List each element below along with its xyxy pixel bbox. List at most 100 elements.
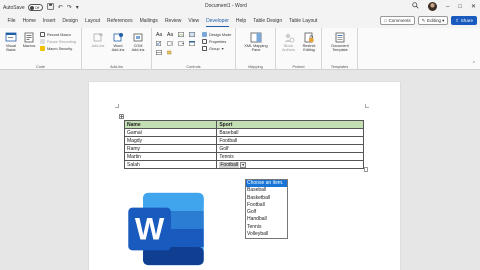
- chevron-down-icon: ▾: [221, 47, 224, 51]
- xml-mapping-pane-button[interactable]: XML Mapping Pane: [240, 32, 272, 53]
- tab-file[interactable]: File: [4, 15, 19, 28]
- restrict-editing-button[interactable]: Restrict Editing: [300, 32, 318, 53]
- collapse-ribbon-icon[interactable]: ⌃: [472, 61, 476, 67]
- dropdown-content-control[interactable]: Football ▾: [219, 161, 247, 168]
- autosave-control[interactable]: AutoSave Off: [3, 4, 43, 11]
- dropdown-option[interactable]: Golf: [246, 209, 287, 216]
- undo-icon[interactable]: ↶: [58, 4, 63, 11]
- group-mapping: XML Mapping Pane Mapping: [236, 28, 276, 70]
- tab-table-layout[interactable]: Table Layout: [286, 15, 321, 28]
- tab-insert[interactable]: Insert: [39, 15, 59, 28]
- dropdown-option[interactable]: Baseball: [246, 187, 287, 194]
- share-button[interactable]: ⇧ Share: [451, 16, 477, 25]
- word-addins-icon: [113, 33, 123, 42]
- table-move-handle[interactable]: ✚: [119, 114, 124, 119]
- word-logo-letter: W: [135, 212, 165, 247]
- rich-text-control-icon[interactable]: Aa: [156, 32, 166, 39]
- pause-recording-label: Pause Recording: [47, 39, 77, 44]
- document-page[interactable]: ✚ Name Sport Gamal Baseball Magdy Footba…: [89, 82, 400, 270]
- dropdown-option[interactable]: Volleyball: [246, 231, 287, 238]
- cell-sport[interactable]: Football: [216, 136, 364, 145]
- avatar[interactable]: [428, 2, 437, 11]
- tab-developer[interactable]: Developer: [203, 15, 233, 28]
- cell-sport-dropdown[interactable]: Football ▾: [216, 160, 364, 169]
- share-label: Share: [460, 18, 473, 23]
- comment-icon: □: [384, 18, 387, 23]
- minimize-icon[interactable]: –: [446, 4, 449, 10]
- tab-design[interactable]: Design: [59, 15, 82, 28]
- header-name: Name: [123, 120, 218, 129]
- design-mode-button[interactable]: Design Mode: [202, 32, 231, 37]
- lock-document-icon: [304, 32, 314, 43]
- redo-icon[interactable]: ↷: [67, 4, 72, 11]
- tab-row-actions: □ Comments ✎ Editing ▾ ⇧ Share: [380, 16, 477, 25]
- word-addins-button[interactable]: Word Add-ins: [110, 32, 126, 53]
- block-authors-button[interactable]: Block Authors: [280, 32, 297, 53]
- repeating-section-control-icon[interactable]: [156, 50, 166, 57]
- table-row: Salah Football ▾: [123, 160, 364, 169]
- visual-basic-button[interactable]: Visual Basic: [3, 32, 19, 53]
- tab-mailings[interactable]: Mailings: [136, 15, 161, 28]
- header-sport: Sport: [216, 120, 364, 129]
- table-row: Martin Tennis: [123, 152, 364, 161]
- share-icon: ⇧: [455, 17, 460, 23]
- maximize-icon[interactable]: □: [458, 4, 462, 10]
- search-icon[interactable]: [412, 2, 419, 11]
- tab-layout[interactable]: Layout: [82, 15, 104, 28]
- cell-name[interactable]: Salah: [123, 160, 218, 169]
- cell-sport[interactable]: Golf: [216, 144, 364, 153]
- record-macro-button[interactable]: Record Macro: [40, 32, 71, 37]
- cell-sport[interactable]: Tennis: [216, 152, 364, 161]
- com-addins-button[interactable]: COM Add-ins: [130, 32, 146, 53]
- cell-name[interactable]: Martin: [123, 152, 218, 161]
- comments-button[interactable]: □ Comments: [380, 16, 415, 25]
- macros-button[interactable]: Macros: [21, 32, 37, 48]
- properties-button[interactable]: Properties: [202, 39, 226, 44]
- checkbox-control-icon[interactable]: [156, 41, 166, 48]
- editing-mode-button[interactable]: ✎ Editing ▾: [417, 16, 449, 25]
- date-picker-control-icon[interactable]: [189, 41, 199, 48]
- picture-control-icon[interactable]: [178, 32, 188, 39]
- tab-review[interactable]: Review: [161, 15, 184, 28]
- dropdown-option[interactable]: Tennis: [246, 224, 287, 231]
- group-templates: Document Template Templates: [322, 28, 358, 70]
- close-icon[interactable]: ✕: [471, 3, 476, 10]
- cell-name[interactable]: Magdy: [123, 136, 218, 145]
- tab-references[interactable]: References: [104, 15, 137, 28]
- pause-recording-button[interactable]: Pause Recording: [40, 39, 76, 44]
- group-button[interactable]: Group ▾: [202, 46, 223, 51]
- dropdown-option[interactable]: Basketball: [246, 195, 287, 202]
- tab-home[interactable]: Home: [19, 15, 39, 28]
- dropdown-option[interactable]: Handball: [246, 216, 287, 223]
- tab-table-design[interactable]: Table Design: [250, 15, 286, 28]
- legacy-tools-icon[interactable]: [167, 50, 177, 57]
- cell-name[interactable]: Gamal: [123, 128, 218, 137]
- building-block-control-icon[interactable]: [189, 32, 199, 39]
- tab-view[interactable]: View: [185, 15, 203, 28]
- autosave-toggle[interactable]: Off: [27, 4, 43, 11]
- title-bar: AutoSave Off ↶ ↷ ▾ Document1 - Word – □ …: [0, 0, 480, 15]
- window-controls: – □ ✕: [412, 2, 476, 11]
- combo-box-control-icon[interactable]: [167, 41, 177, 48]
- save-icon[interactable]: [47, 3, 54, 12]
- customize-toolbar-icon[interactable]: ▾: [76, 4, 79, 11]
- pencil-icon: ✎: [421, 17, 426, 23]
- document-template-button[interactable]: Document Template: [324, 32, 356, 53]
- add-ins-button[interactable]: Add-ins: [90, 32, 106, 48]
- dropdown-option[interactable]: Choose an item.: [246, 180, 287, 188]
- dropdown-option[interactable]: Football: [246, 202, 287, 209]
- macro-security-button[interactable]: Macro Security: [40, 46, 72, 51]
- dropdown-list-control-icon[interactable]: [178, 41, 188, 48]
- com-addins-label: COM Add-ins: [131, 44, 145, 53]
- cell-sport[interactable]: Baseball: [216, 128, 364, 137]
- plain-text-control-icon[interactable]: Aa: [167, 32, 177, 39]
- com-addins-icon: [133, 33, 143, 42]
- dropdown-arrow-icon[interactable]: ▾: [240, 161, 247, 168]
- document-template-label: Document Template: [331, 44, 349, 53]
- tab-help[interactable]: Help: [232, 15, 249, 28]
- block-authors-label: Block Authors: [281, 44, 296, 53]
- document-template-icon: [335, 32, 345, 43]
- cell-name[interactable]: Ramy: [123, 144, 218, 153]
- group-icon: [202, 46, 207, 51]
- group-code-label: Code: [35, 65, 46, 69]
